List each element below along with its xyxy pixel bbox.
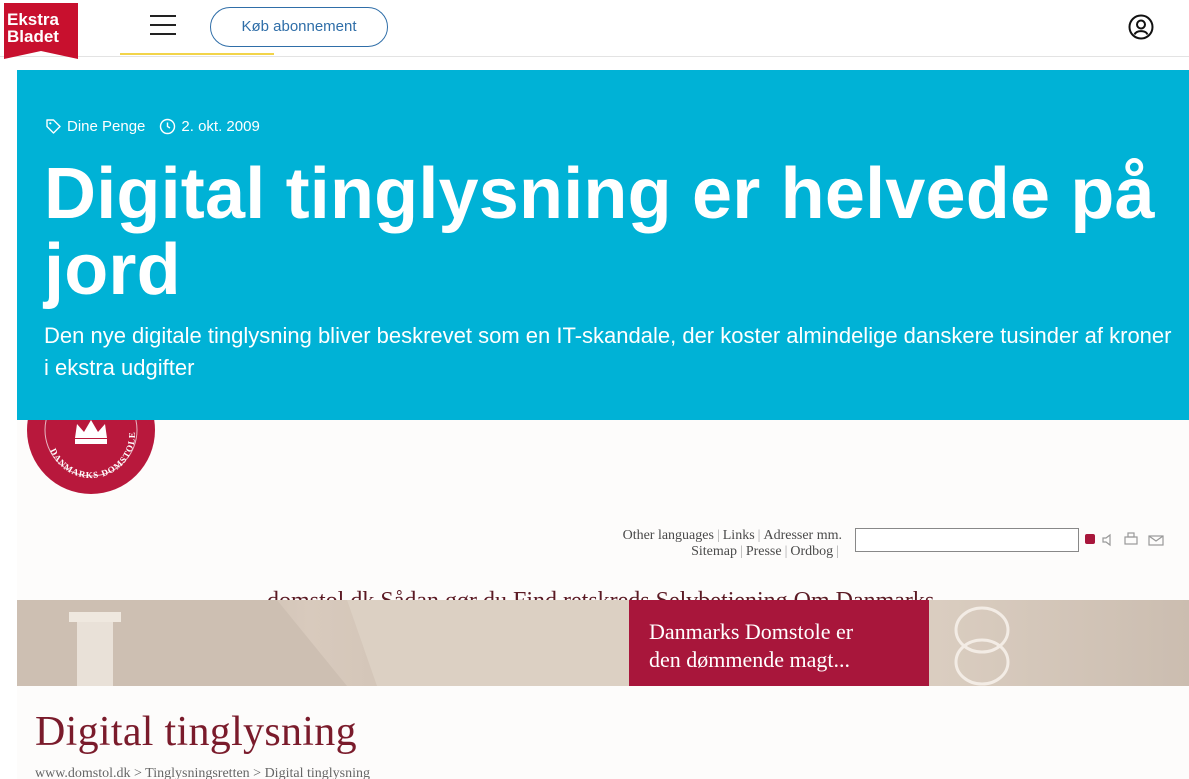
print-icon [1124,532,1138,545]
user-icon[interactable] [1127,13,1155,41]
banner-text-box: Danmarks Domstole er den dømmende magt..… [629,600,929,686]
site-banner: Danmarks Domstole er den dømmende magt..… [17,600,1189,686]
category-link[interactable]: Dine Penge [45,118,145,135]
article-hero: Dine Penge 2. okt. 2009 Digital tinglysn… [17,70,1189,420]
menu-icon[interactable] [150,15,176,37]
site-tools [1085,530,1189,550]
site-breadcrumb: www.domstol.dk > Tinglysningsretten > Di… [35,766,370,779]
date-label: 2. okt. 2009 [181,118,260,135]
speaker-icon [1102,533,1111,547]
logo-text-bottom: Bladet [7,27,59,46]
clock-icon [160,118,176,135]
link-other-languages: Other languages [622,528,714,543]
category-label: Dine Penge [67,118,146,135]
headline-line-2: jord [44,230,181,310]
article-meta: Dine Penge 2. okt. 2009 [45,118,260,135]
ekstra-bladet-logo[interactable]: Ekstra Bladet [4,3,78,59]
article-lede: Den nye digitale tinglysning bliver besk… [44,323,1172,380]
link-addresses: Adresser mm. [763,528,842,543]
site-search-box [855,528,1079,552]
site-top-links: Other languages | Links | Adresser mm. Sitem… [622,528,842,559]
headline-line-1: Digital tinglysning er helvede på [44,154,1155,234]
mail-icon [1148,535,1164,546]
top-bar: Ekstra Bladet Køb abonnement [0,0,1189,59]
banner-line-1: Danmarks Domstole er [649,619,854,644]
link-links: Links [722,528,755,543]
publish-date: 2. okt. 2009 [159,118,260,135]
domstole-seal: DANMARKS DOMSTOLE [25,420,155,498]
tag-icon [46,119,61,134]
article-image: DANMARKS DOMSTOLE Other languages | Links |… [17,420,1189,779]
subscribe-button[interactable]: Køb abonnement [210,7,388,47]
site-page-heading: Digital tinglysning [35,709,357,755]
link-ordbog: Ordbog [790,544,834,559]
link-sitemap: Sitemap [691,544,737,559]
banner-line-2: den dømmende magt... [649,647,851,672]
link-presse: Presse [745,544,782,559]
active-indicator [120,53,274,55]
article-headline: Digital tinglysning er helvede på jord [44,156,1155,308]
